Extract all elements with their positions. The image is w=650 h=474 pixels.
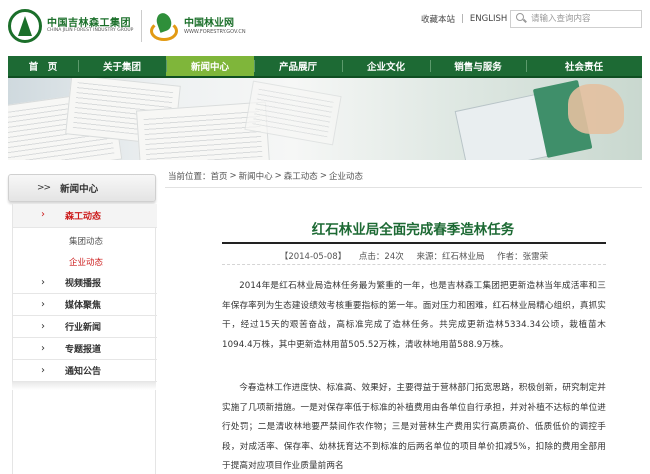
breadcrumb-separator: >	[274, 171, 282, 181]
sidebar: >> 新闻中心 › 森工动态 集团动态 企业动态 › 视频播报 › 媒体聚焦 ›…	[8, 172, 158, 474]
sidebar-item-video[interactable]: › 视频播报	[13, 272, 157, 294]
chevron-right-icon: ›	[41, 365, 45, 376]
search-icon[interactable]	[513, 11, 529, 27]
title-divider	[222, 242, 606, 244]
nav-news[interactable]: 新闻中心	[166, 56, 254, 76]
sidebar-item-label: 视频播报	[65, 279, 102, 289]
sidebar-item-forest-news[interactable]: › 森工动态	[13, 204, 157, 228]
article-paragraph: 今春造林工作进度快、标准高、效果好，主要得益于营林部门拓宽思路，积极创新，研究制…	[222, 383, 606, 471]
sidebar-item-media[interactable]: › 媒体聚焦	[13, 294, 157, 316]
sidebar-subitem-enterprise-news[interactable]: 企业动态	[69, 256, 103, 268]
sidebar-menu: › 森工动态 集团动态 企业动态 › 视频播报 › 媒体聚焦 › 行业新闻 › …	[12, 204, 157, 474]
article-author: 作者：张雷荣	[497, 252, 549, 262]
breadcrumb-forest-news[interactable]: 森工动态	[284, 170, 318, 182]
banner-image	[8, 78, 642, 160]
breadcrumb-separator: >	[319, 171, 327, 181]
sidebar-shadow	[12, 382, 156, 390]
sidebar-item-label: 森工动态	[65, 212, 102, 222]
chevron-right-icon: ›	[41, 299, 45, 310]
nav-home[interactable]: 首 页	[8, 56, 78, 76]
article-meta: 【2014-05-08】 点击：24次 来源：红石林业局 作者：张雷荣	[222, 250, 606, 262]
tree-emblem-icon	[8, 9, 42, 43]
article-paragraph: 2014年是红石林业局造林任务最为繁重的一年，也是吉林森工集团把更新造林当年成活…	[222, 281, 606, 350]
sidebar-item-label: 媒体聚焦	[65, 301, 102, 311]
sidebar-item-label: 通知公告	[65, 367, 102, 377]
chevron-right-icon: ›	[41, 321, 45, 332]
nav-products[interactable]: 产品展厅	[254, 56, 342, 76]
search-input[interactable]	[531, 12, 639, 26]
site-header: 中国吉林森工集团 CHINA JILIN FOREST INDUSTRY GRO…	[0, 0, 650, 56]
nav-about[interactable]: 关于集团	[78, 56, 166, 76]
meta-divider	[222, 264, 606, 265]
breadcrumb-news[interactable]: 新闻中心	[239, 170, 273, 182]
nav-social-responsibility[interactable]: 社会责任	[526, 56, 642, 76]
forestry-net-logo[interactable]: 中国林业网 WWW.FORESTRY.GOV.CN	[148, 8, 258, 46]
main-nav: 首 页 关于集团 新闻中心 产品展厅 企业文化 销售与服务 社会责任	[8, 56, 642, 78]
english-link[interactable]: ENGLISH	[470, 14, 507, 24]
leaf-emblem-icon	[148, 11, 180, 43]
search-box	[510, 10, 642, 28]
sidebar-item-label: 行业新闻	[65, 323, 102, 333]
nav-sales-service[interactable]: 销售与服务	[430, 56, 526, 76]
article-source: 来源：红石林业局	[416, 252, 485, 262]
jilin-forest-logo[interactable]: 中国吉林森工集团 CHINA JILIN FOREST INDUSTRY GRO…	[8, 6, 136, 46]
chevron-right-icon: ›	[41, 277, 45, 288]
sidebar-item-notice[interactable]: › 通知公告	[13, 360, 157, 382]
breadcrumb-home[interactable]: 首页	[211, 170, 228, 182]
book-illustration	[454, 79, 593, 160]
sidebar-subitem-group-news[interactable]: 集团动态	[69, 235, 103, 247]
sidebar-item-industry[interactable]: › 行业新闻	[13, 316, 157, 338]
logo1-en: CHINA JILIN FOREST INDUSTRY GROUP	[47, 28, 134, 34]
nav-culture[interactable]: 企业文化	[342, 56, 430, 76]
article-hits: 点击：24次	[358, 252, 404, 262]
chevron-right-icon: ›	[41, 343, 45, 354]
bookmark-link[interactable]: 收藏本站	[421, 13, 455, 25]
sidebar-item-special[interactable]: › 专题报道	[13, 338, 157, 360]
hand-illustration	[568, 84, 624, 134]
article-title: 红石林业局全面完成春季造林任务	[311, 222, 515, 238]
sidebar-header: >> 新闻中心	[8, 174, 156, 202]
chevron-right-icon: ›	[41, 209, 45, 220]
breadcrumb-divider	[165, 187, 642, 188]
breadcrumb-separator: >	[229, 171, 237, 181]
breadcrumb-prefix: 当前位置：	[168, 172, 211, 182]
double-chevron-icon: >>	[37, 183, 51, 193]
breadcrumb: 当前位置： 首页 > 新闻中心 > 森工动态 > 企业动态	[168, 170, 363, 182]
link-separator: |	[461, 14, 464, 24]
logo2-en: WWW.FORESTRY.GOV.CN	[184, 28, 246, 35]
sidebar-item-label: 专题报道	[65, 345, 102, 355]
sidebar-title: 新闻中心	[60, 184, 99, 195]
breadcrumb-enterprise-news[interactable]: 企业动态	[329, 170, 363, 182]
article-date: 【2014-05-08】	[279, 252, 347, 262]
logo-divider	[141, 10, 142, 42]
top-links: 收藏本站 | ENGLISH	[421, 12, 507, 26]
